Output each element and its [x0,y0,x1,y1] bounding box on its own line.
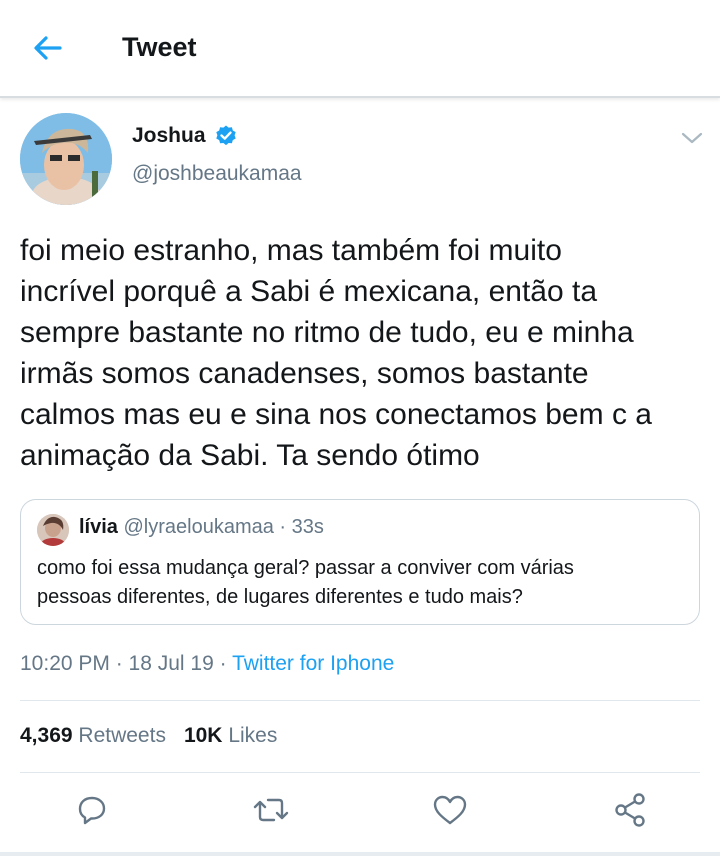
quoted-header: lívia @lyraeloukamaa · 33s [79,516,324,539]
retweet-icon [253,798,289,822]
quoted-text-line: pessoas diferentes, de lugares diferente… [37,586,523,608]
quoted-text-line: como foi essa mudança geral? passar a co… [37,557,574,579]
back-button[interactable] [30,30,66,66]
likes-count: 10K [183,724,223,747]
tweet-client-link[interactable]: Twitter for Iphone [232,652,394,675]
quoted-author-name: lívia [79,516,118,538]
retweets-stat[interactable]: 4,369 Retweets [20,724,166,747]
author-avatar[interactable] [20,113,112,205]
retweets-count: 4,369 [20,724,73,747]
tweet-text-line: calmos mas eu e sina nos conectamos bem … [20,398,652,431]
tweet-timestamp: 10:20 PM · 18 Jul 19 · [20,652,233,675]
tweet-stats: 4,369 Retweets 10K Likes [20,724,277,748]
tweet-text-line: irmãs somos canadenses, somos bastante [20,357,589,390]
share-icon [615,793,645,827]
tweet-text-line: incrível porquê a Sabi é mexicana, então… [20,275,598,308]
divider [20,700,700,701]
tweet-meta: 10:20 PM · 18 Jul 19 · Twitter for Iphon… [20,652,394,676]
arrow-left-icon [34,36,62,60]
verified-badge-icon [215,125,236,146]
retweet-button[interactable] [251,790,291,830]
reply-icon [78,796,106,825]
share-button[interactable] [611,790,651,830]
avatar-image [20,113,112,205]
reply-button[interactable] [71,790,111,830]
divider [20,772,700,773]
tweet-text-line: animação da Sabi. Ta sendo ótimo [20,439,480,472]
quoted-tweet[interactable]: lívia @lyraeloukamaa · 33s como foi essa… [20,499,700,625]
bottom-divider [0,852,720,856]
likes-label: Likes [228,724,278,747]
quoted-author-meta: @lyraeloukamaa · 33s [123,516,324,538]
like-icon [433,795,467,825]
quoted-avatar-image [37,514,69,546]
chevron-down-icon[interactable] [680,128,704,148]
quoted-text: como foi essa mudança geral? passar a co… [37,554,687,612]
likes-stat[interactable]: 10K Likes [184,724,277,747]
page-title: Tweet [122,32,197,62]
author-handle[interactable]: @joshbeaukamaa [132,162,302,186]
top-bar: Tweet [0,0,720,98]
tweet-text: foi meio estranho, mas também foi muito … [20,230,710,476]
tweet-text-line: foi meio estranho, mas também foi muito [20,234,562,267]
like-button[interactable] [430,790,470,830]
author-name[interactable]: Joshua [132,124,206,148]
retweets-label: Retweets [78,724,166,747]
author-name-row: Joshua [132,124,238,148]
quoted-avatar [37,514,69,546]
tweet-text-line: sempre bastante no ritmo de tudo, eu e m… [20,316,634,349]
